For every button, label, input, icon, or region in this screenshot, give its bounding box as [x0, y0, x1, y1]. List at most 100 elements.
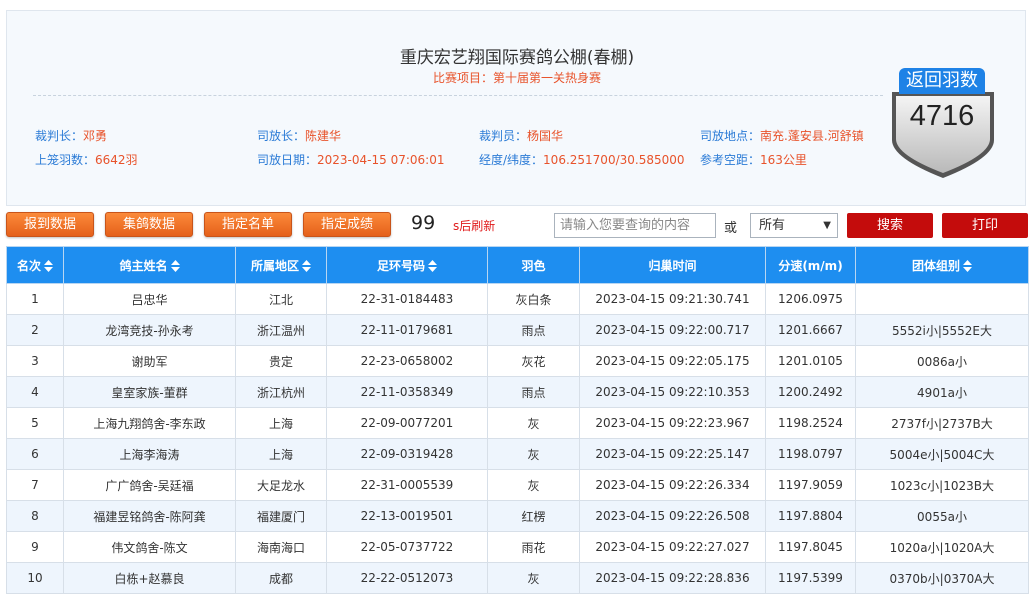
- info-reference-distance: 参考空距：163公里: [700, 153, 807, 167]
- column-header-group[interactable]: 团体组别: [855, 246, 1029, 284]
- sort-icon[interactable]: [302, 259, 311, 273]
- group-cell: 0370b小|0370A大: [855, 562, 1029, 594]
- rank-cell: 9: [6, 531, 64, 563]
- speed-cell: 1197.5399: [765, 562, 856, 594]
- print-button[interactable]: 打印: [942, 213, 1028, 238]
- owner-cell: 福建昱铭鸽舍-陈阿龚: [63, 500, 236, 532]
- sort-icon[interactable]: [44, 259, 53, 273]
- table-row[interactable]: 7 广广鸽舍-吴廷福 大足龙水 22-31-0005539 灰 2023-04-15 09…: [6, 469, 1029, 501]
- ring-cell: 22-31-0005539: [326, 469, 488, 501]
- race-title: 重庆宏艺翔国际赛鸽公棚(春棚): [399, 48, 635, 68]
- table-row[interactable]: 10 白栋+赵慕良 成都 22-22-0512073 灰 2023-04-15 09:22…: [6, 562, 1029, 594]
- rank-cell: 6: [6, 438, 64, 470]
- owner-cell: 谢助军: [63, 345, 236, 377]
- divider: [33, 95, 883, 96]
- owner-cell: 皇室家族-董群: [63, 376, 236, 408]
- speed-cell: 1206.0975: [765, 283, 856, 315]
- owner-cell: 广广鸽舍-吴廷福: [63, 469, 236, 501]
- color-cell: 灰: [487, 407, 580, 439]
- column-header-ring[interactable]: 足环号码: [326, 246, 488, 284]
- color-cell: 灰: [487, 562, 580, 594]
- return-time-cell: 2023-04-15 09:22:26.508: [579, 500, 766, 532]
- color-cell: 雨花: [487, 531, 580, 563]
- ring-cell: 22-09-0319428: [326, 438, 488, 470]
- rank-cell: 8: [6, 500, 64, 532]
- table-row[interactable]: 9 伟文鸽舍-陈文 海南海口 22-05-0737722 雨花 2023-04-15 09…: [6, 531, 1029, 563]
- info-release-chief: 司放长：陈建华: [257, 129, 342, 143]
- filter-select[interactable]: 所有 ▼: [750, 213, 838, 238]
- return-time-cell: 2023-04-15 09:22:10.353: [579, 376, 766, 408]
- designated-results-button[interactable]: 指定成绩: [303, 212, 391, 237]
- color-cell: 雨点: [487, 376, 580, 408]
- table-row[interactable]: 8 福建昱铭鸽舍-陈阿龚 福建厦门 22-13-0019501 红楞 2023-04-15…: [6, 500, 1029, 532]
- column-header-owner[interactable]: 鸽主姓名: [63, 246, 236, 284]
- group-cell: 1023c小|1023B大: [855, 469, 1029, 501]
- table-row[interactable]: 2 龙湾竞技-孙永考 浙江温州 22-11-0179681 雨点 2023-04-15 0…: [6, 314, 1029, 346]
- owner-cell: 白栋+赵慕良: [63, 562, 236, 594]
- ring-cell: 22-13-0019501: [326, 500, 488, 532]
- group-cell: 0055a小: [855, 500, 1029, 532]
- rank-cell: 1: [6, 283, 64, 315]
- region-cell: 浙江温州: [235, 314, 327, 346]
- table-row[interactable]: 1 吕忠华 江北 22-31-0184483 灰白条 2023-04-15 09:21:3…: [6, 283, 1029, 315]
- search-button[interactable]: 搜索: [847, 213, 933, 238]
- group-cell: 5004e小|5004C大: [855, 438, 1029, 470]
- color-cell: 灰花: [487, 345, 580, 377]
- race-info-panel: 重庆宏艺翔国际赛鸽公棚(春棚) 比赛项目：第十届第一关热身赛 裁判长：邓勇 司放…: [6, 10, 1026, 206]
- race-subtitle: 比赛项目：第十届第一关热身赛: [432, 71, 601, 85]
- table-row[interactable]: 5 上海九翔鸽舍-李东政 上海 22-09-0077201 灰 2023-04-15 09…: [6, 407, 1029, 439]
- ring-cell: 22-05-0737722: [326, 531, 488, 563]
- returns-badge: 返回羽数 4716: [888, 62, 998, 180]
- ring-cell: 22-31-0184483: [326, 283, 488, 315]
- column-header-color: 羽色: [487, 246, 580, 284]
- designated-list-button[interactable]: 指定名单: [204, 212, 292, 237]
- group-cell: 0086a小: [855, 345, 1029, 377]
- table-header-row: 名次 鸽主姓名 所属地区 足环号码 羽色 归巢时间 分速(m/m) 团体组别: [6, 246, 1029, 284]
- info-coordinates: 经度/纬度：106.251700/30.585000: [479, 153, 685, 167]
- region-cell: 大足龙水: [235, 469, 327, 501]
- rank-cell: 10: [6, 562, 64, 594]
- column-header-region[interactable]: 所属地区: [235, 246, 327, 284]
- color-cell: 灰白条: [487, 283, 580, 315]
- return-time-cell: 2023-04-15 09:21:30.741: [579, 283, 766, 315]
- info-basketed-count: 上笼羽数：6642羽: [35, 153, 138, 167]
- color-cell: 雨点: [487, 314, 580, 346]
- search-input[interactable]: [554, 213, 716, 238]
- group-cell: 2737f小|2737B大: [855, 407, 1029, 439]
- table-row[interactable]: 4 皇室家族-董群 浙江杭州 22-11-0358349 雨点 2023-04-15 09…: [6, 376, 1029, 408]
- speed-cell: 1198.0797: [765, 438, 856, 470]
- column-header-rank[interactable]: 名次: [6, 246, 64, 284]
- speed-cell: 1200.2492: [765, 376, 856, 408]
- owner-cell: 伟文鸽舍-陈文: [63, 531, 236, 563]
- group-cell: 4901a小: [855, 376, 1029, 408]
- speed-cell: 1197.9059: [765, 469, 856, 501]
- rank-cell: 4: [6, 376, 64, 408]
- ring-cell: 22-23-0658002: [326, 345, 488, 377]
- rank-cell: 3: [6, 345, 64, 377]
- return-time-cell: 2023-04-15 09:22:23.967: [579, 407, 766, 439]
- info-chief-referee: 裁判长：邓勇: [35, 129, 108, 143]
- checkin-data-button[interactable]: 报到数据: [6, 212, 94, 237]
- color-cell: 红楞: [487, 500, 580, 532]
- sort-icon[interactable]: [963, 259, 972, 273]
- table-row[interactable]: 3 谢助军 贵定 22-23-0658002 灰花 2023-04-15 09:22:05…: [6, 345, 1029, 377]
- collection-data-button[interactable]: 集鸽数据: [105, 212, 193, 237]
- rank-cell: 5: [6, 407, 64, 439]
- rank-cell: 2: [6, 314, 64, 346]
- filter-select-value: 所有: [759, 218, 786, 233]
- sort-icon[interactable]: [428, 259, 437, 273]
- return-time-cell: 2023-04-15 09:22:00.717: [579, 314, 766, 346]
- region-cell: 浙江杭州: [235, 376, 327, 408]
- ring-cell: 22-09-0077201: [326, 407, 488, 439]
- return-time-cell: 2023-04-15 09:22:05.175: [579, 345, 766, 377]
- region-cell: 贵定: [235, 345, 327, 377]
- speed-cell: 1201.0105: [765, 345, 856, 377]
- speed-cell: 1197.8804: [765, 500, 856, 532]
- ring-cell: 22-22-0512073: [326, 562, 488, 594]
- group-cell: [855, 283, 1029, 315]
- sort-icon[interactable]: [170, 259, 180, 273]
- column-header-return-time: 归巢时间: [579, 246, 766, 284]
- region-cell: 上海: [235, 407, 327, 439]
- table-row[interactable]: 6 上海李海涛 上海 22-09-0319428 灰 2023-04-15 09:22:2…: [6, 438, 1029, 470]
- ring-cell: 22-11-0358349: [326, 376, 488, 408]
